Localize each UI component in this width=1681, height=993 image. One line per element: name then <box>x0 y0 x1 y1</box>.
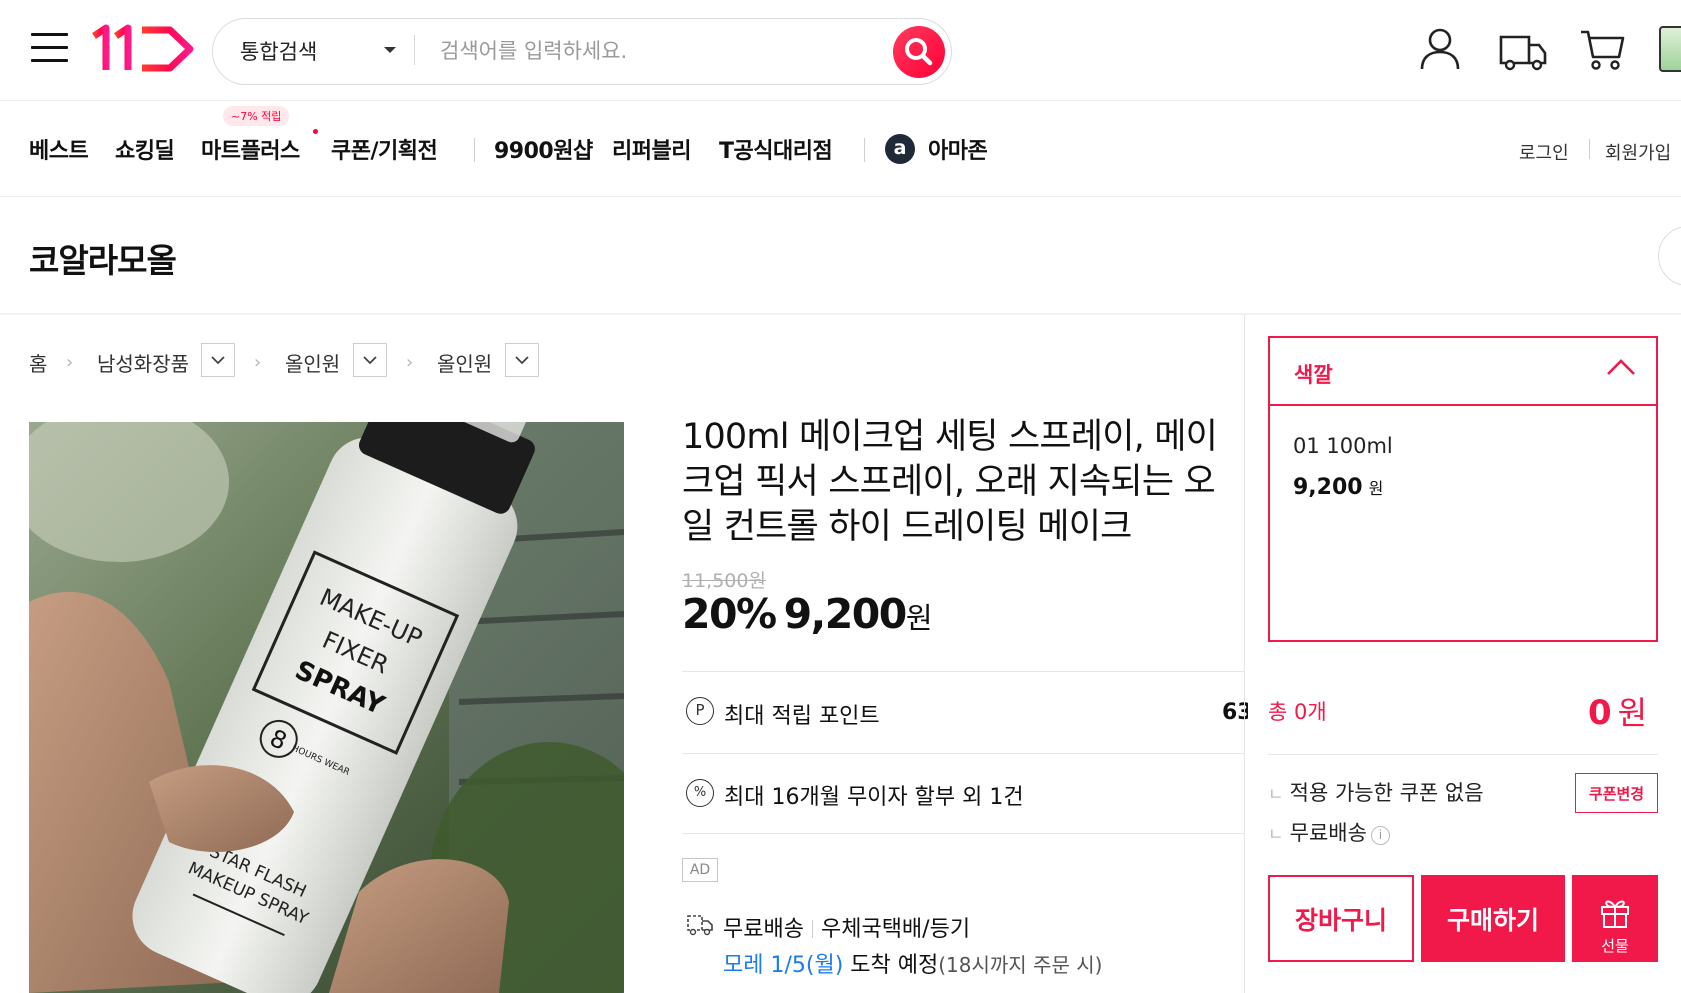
gnb-separator <box>864 138 865 162</box>
chevron-up-icon[interactable] <box>1606 357 1636 381</box>
shipping-status: ㄴ 무료배송 i <box>1268 817 1390 847</box>
breadcrumb-home[interactable]: 홈 <box>29 348 47 377</box>
panel-divider <box>1244 315 1245 993</box>
chevron-down-icon <box>211 356 225 365</box>
total-price: 0원 <box>1588 688 1647 734</box>
installment-info[interactable]: 최대 16개월 무이자 할부 외 1건 <box>724 779 1024 811</box>
delivery-date: 모레 1/5(월) <box>723 953 844 978</box>
shipping-method: 우체국택배/등기 <box>820 917 971 942</box>
breadcrumb-dropdown[interactable] <box>505 343 539 377</box>
breadcrumb-dropdown[interactable] <box>201 343 235 377</box>
search-input[interactable] <box>440 30 880 72</box>
info-divider <box>682 671 1244 672</box>
gnb-coupon[interactable]: 쿠폰/기획전 <box>331 133 438 165</box>
option-item-name[interactable]: 01 100ml <box>1293 434 1393 458</box>
delivery-condition: (18시까지 주문 시) <box>938 953 1103 977</box>
summary-divider <box>1268 754 1658 755</box>
coupon-text: 적용 가능한 쿠폰 없음 <box>1289 781 1484 805</box>
breadcrumb-level1[interactable]: 남성화장품 <box>97 348 189 377</box>
gnb-9900-shop[interactable]: 9900원샵 <box>494 133 593 165</box>
gift-label: 선물 <box>1601 937 1629 955</box>
gnb-separator <box>474 138 475 162</box>
installment-icon: % <box>686 779 714 807</box>
shipping-fee: 무료배송 <box>723 917 804 942</box>
user-icon[interactable] <box>1416 25 1464 73</box>
gnb-t-official[interactable]: T공식대리점 <box>719 133 833 165</box>
buy-now-button[interactable]: 구매하기 <box>1421 875 1565 962</box>
breadcrumb-level3[interactable]: 올인원 <box>437 348 492 377</box>
gift-icon <box>1601 900 1629 928</box>
chevron-down-icon <box>363 356 377 365</box>
product-title: 100ml 메이크업 세팅 스프레이, 메이크업 픽서 스프레이, 오래 지속되… <box>682 417 1218 547</box>
total-price-unit: 원 <box>1617 694 1648 732</box>
breadcrumb-dropdown[interactable] <box>353 343 387 377</box>
total-price-value: 0 <box>1588 693 1612 733</box>
product-image[interactable]: MAKE-UP FIXER SPRAY 8 HOURS WEAR STAR FL… <box>29 422 624 993</box>
info-divider <box>682 753 1244 754</box>
gnb-best[interactable]: 베스트 <box>29 133 89 165</box>
store-follow-button[interactable] <box>1658 226 1681 286</box>
coupon-change-button[interactable]: 쿠폰변경 <box>1575 773 1658 813</box>
add-to-cart-button[interactable]: 장바구니 <box>1268 875 1414 962</box>
free-shipping-text: 무료배송 <box>1289 821 1367 845</box>
store-title[interactable]: 코알라모올 <box>29 234 177 282</box>
info-icon[interactable]: i <box>1370 826 1390 845</box>
total-count: 총 0개 <box>1268 700 1327 724</box>
search-button[interactable] <box>893 26 945 78</box>
gnb-shocking-deal[interactable]: 쇼킹딜 <box>115 133 175 165</box>
bullet-mark: ㄴ <box>1268 785 1284 805</box>
info-divider <box>682 833 1244 834</box>
amazon-icon[interactable]: a <box>885 134 915 164</box>
discount-rate: 20% <box>682 590 777 638</box>
bullet-mark: ㄴ <box>1268 825 1284 845</box>
search-icon <box>905 38 933 66</box>
gift-button[interactable]: 선물 <box>1572 875 1658 962</box>
chevron-right-icon: › <box>406 352 414 373</box>
price-unit: 원 <box>905 601 933 635</box>
delivery-truck-icon[interactable] <box>1497 25 1549 73</box>
recent-viewed-thumbnail[interactable] <box>1659 26 1681 72</box>
breadcrumb-level2[interactable]: 올인원 <box>285 348 340 377</box>
menu-icon[interactable] <box>31 33 68 63</box>
chevron-right-icon: › <box>254 352 262 373</box>
chevron-right-icon: › <box>66 352 74 373</box>
shipping-truck-icon <box>686 912 714 940</box>
point-icon: P <box>686 697 714 725</box>
coupon-status: ㄴ 적용 가능한 쿠폰 없음 <box>1268 777 1484 807</box>
gnb-mart-plus[interactable]: 마트플러스 <box>201 133 300 165</box>
11st-logo[interactable] <box>92 24 196 74</box>
sale-price: 9,200 <box>783 590 908 638</box>
shipping-info: 무료배송 우체국택배/등기 <box>723 911 970 943</box>
util-separator <box>1589 139 1590 159</box>
new-dot <box>313 129 318 134</box>
gnb-refurbly[interactable]: 리퍼블리 <box>612 133 691 165</box>
delivery-estimate: 모레 1/5(월) 도착 예정(18시까지 주문 시) <box>723 947 1102 979</box>
option-item-price[interactable]: 9,200 원 <box>1293 475 1383 500</box>
option-price-value: 9,200 <box>1293 475 1363 500</box>
option-label[interactable]: 색깔 <box>1294 359 1333 389</box>
signup-link[interactable]: 회원가입 <box>1605 139 1671 165</box>
mart-plus-badge: ~7% 적립 <box>223 106 290 126</box>
delivery-text: 도착 예정 <box>843 953 939 978</box>
store-divider <box>0 313 1681 315</box>
search-scope-select[interactable]: 통합검색 <box>240 36 317 66</box>
cart-icon[interactable] <box>1578 25 1626 73</box>
ad-badge: AD <box>682 858 718 882</box>
search-divider <box>414 35 415 65</box>
sale-price-block: 20% 9,200원 <box>682 590 933 638</box>
gnb-amazon[interactable]: 아마존 <box>928 133 988 165</box>
point-label: 최대 적립 포인트 <box>724 704 880 729</box>
original-price: 11,500원 <box>682 570 766 592</box>
chevron-down-icon[interactable] <box>384 47 396 53</box>
header-divider <box>0 100 1681 101</box>
gnb-divider <box>0 196 1681 197</box>
chevron-down-icon <box>515 356 529 365</box>
login-link[interactable]: 로그인 <box>1519 139 1569 165</box>
option-price-unit: 원 <box>1368 479 1384 498</box>
